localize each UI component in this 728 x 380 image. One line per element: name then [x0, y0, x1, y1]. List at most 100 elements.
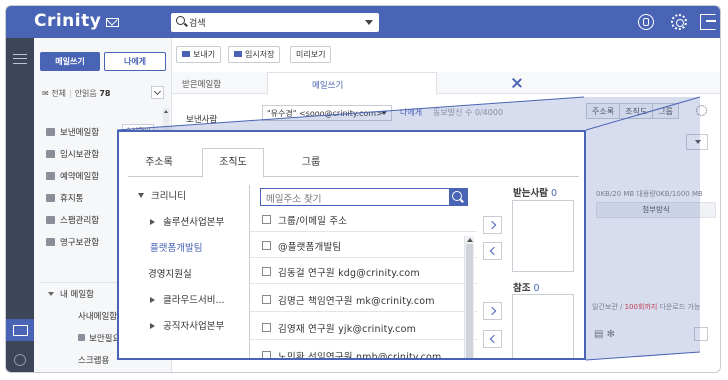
list-item[interactable]: 김명근 책임연구원 mk@crinity.com [250, 288, 477, 312]
sidebar-item-sent[interactable]: 보낸메일함 수신확인 [46, 124, 154, 138]
scheduled-icon [46, 172, 55, 180]
compose-button[interactable]: 메일쓰기 [40, 52, 100, 71]
tree-node[interactable]: 경영지원실 [128, 263, 250, 287]
scroll-up-icon[interactable] [164, 110, 168, 113]
org-tree: 크리니티 솔루션사업본부 플랫폼개발팀 경영지원실 클라우드서비... 공직자사… [128, 185, 250, 358]
tree-label: 클라우드서비... [163, 295, 225, 306]
chevron-down-icon[interactable] [151, 86, 164, 99]
self-link[interactable]: 나에게 [400, 107, 422, 118]
member-search-input[interactable]: 메일주소 찾기 [260, 188, 468, 206]
recipients-list[interactable] [512, 200, 574, 272]
expand-icon[interactable] [694, 327, 708, 341]
checkbox[interactable] [262, 267, 271, 276]
add-recipient-button[interactable] [483, 216, 502, 234]
tab-address-book[interactable]: 주소록 [128, 148, 190, 178]
sidebar-item-label: 보낸메일함 [60, 128, 100, 138]
add-cc-button[interactable] [483, 302, 502, 320]
gear-icon[interactable] [671, 14, 687, 30]
dropdown-button[interactable] [686, 134, 708, 150]
sidebar-item-company[interactable]: 사내메일함 [78, 310, 117, 322]
checkbox[interactable] [262, 241, 271, 250]
download-limit-info: 일간보관 / 100회까지 다운로드 가능 [592, 302, 700, 312]
attachment-size-info: 0KB/20 MB 대용량0KB/1000 MB [596, 190, 703, 198]
help-icon[interactable] [638, 14, 654, 30]
save-draft-button[interactable]: 임시저장 [228, 46, 281, 63]
select-all-checkbox[interactable] [262, 215, 271, 224]
tab-inbox[interactable]: 받은메일함 [182, 78, 221, 90]
top-bar: Crinity 검색 [6, 6, 720, 38]
search-icon[interactable] [449, 189, 467, 205]
logout-icon[interactable] [700, 14, 716, 30]
tree-node-root[interactable]: 크리니티 [128, 185, 250, 209]
member-list-scrollbar[interactable] [464, 236, 474, 358]
block-icon [46, 216, 55, 224]
tree-node[interactable]: 솔루션사업본부 [128, 211, 250, 235]
my-mailbox-toggle[interactable]: 내 메일함 [48, 288, 94, 300]
sender-select[interactable]: "유수경" <sooo@crinity.com> [262, 105, 392, 121]
send-button[interactable]: 보내기 [176, 46, 222, 63]
picker-tabs: 주소록 조직도 그룹 [128, 145, 579, 178]
lock-icon [78, 334, 85, 341]
cc-count: 0 [533, 283, 540, 294]
remove-recipient-button[interactable] [483, 242, 502, 260]
caret-right-icon[interactable] [150, 219, 155, 225]
caret-right-icon[interactable] [150, 297, 155, 303]
caret-down-icon[interactable] [138, 193, 144, 198]
tab-group[interactable]: 그룹 [653, 104, 678, 119]
download-highlight: 100회까지 [624, 303, 658, 311]
sidebar-item-label: 보안필요 [89, 334, 121, 344]
sidebar-item-secure[interactable]: 보안필요 [78, 332, 120, 344]
editor-icons[interactable]: ▤ ✻ [594, 329, 618, 343]
list-header[interactable]: 그룹/이메일 주소 [250, 208, 477, 232]
hamburger-icon[interactable] [13, 54, 27, 64]
list-item[interactable]: @플랫폼개발팀 [250, 234, 477, 258]
tab-group[interactable]: 그룹 [280, 148, 342, 178]
list-item[interactable]: 김동걸 연구원 kdg@crinity.com [250, 260, 477, 284]
mail-count-row[interactable]: ✉ 전체 | 안읽음 78 [42, 88, 110, 99]
list-item[interactable]: 노민환 선임연구원 nmh@crinity.com [250, 344, 477, 358]
send-label: 보내기 [193, 50, 216, 59]
preview-button[interactable]: 미리보기 [290, 46, 332, 63]
sidebar-item-scheduled[interactable]: 예약메일함 [46, 170, 99, 182]
gear-icon[interactable] [696, 105, 707, 116]
tab-strip: 받은메일함 메일쓰기 [172, 72, 720, 94]
sidebar-item-trash[interactable]: 휴지통 [46, 192, 83, 204]
tree-node-selected[interactable]: 플랫폼개발팀 [128, 237, 250, 261]
mail-app-icon[interactable] [6, 319, 34, 341]
draft-icon [46, 150, 55, 158]
chevron-down-icon[interactable] [365, 20, 373, 25]
list-item[interactable]: 김영재 연구원 yjk@crinity.com [250, 316, 477, 340]
tab-address-book[interactable]: 주소록 [587, 104, 621, 119]
remove-cc-button[interactable] [483, 330, 502, 348]
search-placeholder: 메일주소 찾기 [266, 194, 322, 205]
sidebar-item-drafts[interactable]: 임시보관함 [46, 148, 99, 160]
scroll-up-icon[interactable] [467, 238, 473, 242]
checkbox[interactable] [262, 351, 271, 358]
close-icon[interactable] [511, 77, 523, 89]
sent-icon [46, 128, 55, 136]
sidebar-item-spam[interactable]: 스팸관리함 [46, 214, 99, 226]
write-to-self-button[interactable]: 나에게 [104, 52, 166, 71]
caret-right-icon[interactable] [150, 323, 155, 329]
tree-node[interactable]: 클라우드서비... [128, 289, 250, 313]
tab-compose[interactable]: 메일쓰기 [267, 72, 437, 94]
global-search[interactable]: 검색 [171, 13, 379, 32]
list-item-label: 김동걸 연구원 kdg@crinity.com [278, 268, 420, 279]
recipient-picker-zoom: 주소록 조직도 그룹 크리니티 솔루션사업본부 플랫폼개발팀 경영지원실 클라우… [117, 130, 586, 360]
checkbox[interactable] [262, 323, 271, 332]
sidebar-item-label: 스팸관리함 [60, 216, 100, 226]
org-chart-icon[interactable] [14, 354, 26, 366]
tab-org-chart[interactable]: 조직도 [620, 104, 654, 119]
logo-envelope-icon [106, 18, 119, 27]
checkbox[interactable] [262, 295, 271, 304]
address-tabs: 주소록 조직도 그룹 [586, 103, 679, 119]
tree-node[interactable]: 공직자사업본부 [128, 315, 250, 339]
cc-list[interactable] [512, 294, 574, 358]
tab-org-chart[interactable]: 조직도 [202, 148, 264, 178]
sidebar-item-scrap[interactable]: 스크랩용 [78, 354, 109, 366]
sidebar-item-archive[interactable]: 영구보관함 [46, 236, 99, 248]
scroll-thumb[interactable] [466, 244, 473, 358]
recipients-label: 받는사람 0 [513, 185, 557, 199]
save-icon [234, 51, 242, 57]
app-logo[interactable]: Crinity [34, 11, 101, 31]
